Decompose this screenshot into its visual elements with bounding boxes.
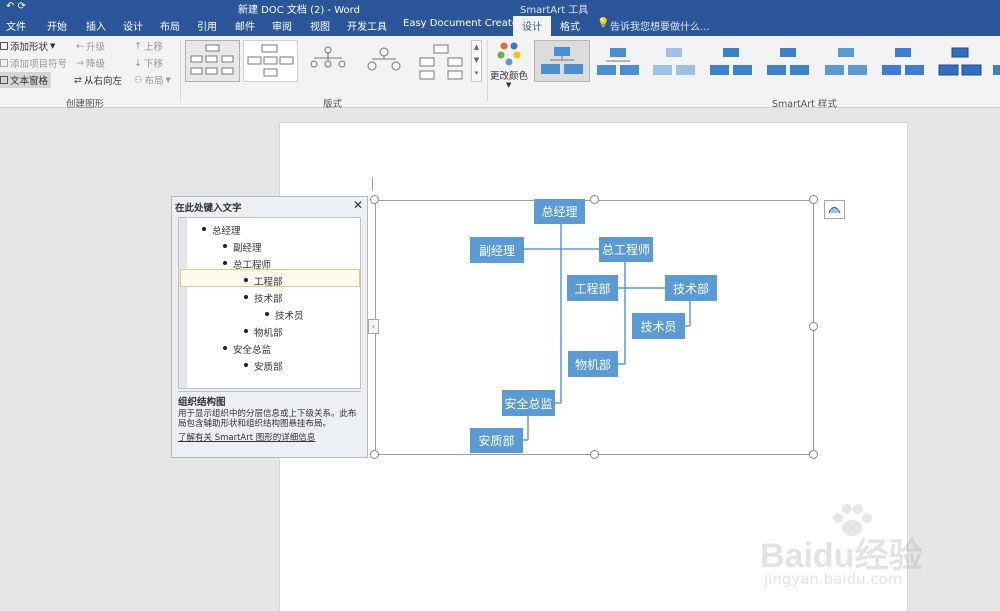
layout-options-button[interactable] bbox=[824, 200, 845, 219]
node-machinery-dept[interactable]: 物机部 bbox=[568, 351, 618, 377]
resize-handle-top-middle[interactable] bbox=[590, 195, 599, 204]
resize-handle-top-right[interactable] bbox=[809, 195, 818, 204]
node-technician[interactable]: 技术员 bbox=[632, 313, 685, 339]
layout-description-title: 组织结构图 bbox=[178, 397, 226, 408]
resize-handle-top-left[interactable] bbox=[370, 195, 379, 204]
node-deputy-manager[interactable]: 副经理 bbox=[470, 237, 524, 263]
layout-options-icon bbox=[828, 206, 841, 214]
smartart-text-pane: 在此处键入文字 ✕ 总经理 副经理 总工程师 工程部 技术部 技术员 物机部 安… bbox=[171, 196, 368, 458]
text-pane-title: 在此处键入文字 bbox=[175, 203, 242, 214]
editor-gutter bbox=[179, 218, 187, 388]
watermark: Baidu经验 jingyan.baidu.com bbox=[760, 500, 970, 600]
node-technical-dept[interactable]: 技术部 bbox=[665, 275, 717, 301]
node-chief-engineer[interactable]: 总工程师 bbox=[599, 237, 653, 262]
text-pane-toggle-arrow[interactable]: ‹ bbox=[368, 319, 379, 334]
resize-handle-bottom-right[interactable] bbox=[809, 450, 818, 459]
node-general-manager[interactable]: 总经理 bbox=[534, 199, 585, 224]
layout-description-text: 用于显示组织中的分层信息或上下级关系。此布局包含辅助形状和组织结构图悬挂布局。 bbox=[178, 409, 357, 429]
resize-handle-bottom-middle[interactable] bbox=[590, 450, 599, 459]
list-item[interactable]: 总经理 bbox=[202, 223, 241, 237]
list-item[interactable]: 副经理 bbox=[223, 240, 262, 254]
list-item[interactable]: 工程部 bbox=[244, 274, 283, 288]
resize-handle-bottom-left[interactable] bbox=[370, 450, 379, 459]
list-item[interactable]: 安质部 bbox=[244, 359, 283, 373]
list-item[interactable]: 物机部 bbox=[244, 325, 283, 339]
text-pane-editor[interactable]: 总经理 副经理 总工程师 工程部 技术部 技术员 物机部 安全总监 安质部 bbox=[178, 217, 361, 389]
learn-more-link[interactable]: 了解有关 SmartArt 图形的详细信息 bbox=[178, 431, 361, 443]
list-item[interactable]: 技术员 bbox=[265, 308, 304, 322]
watermark-url: jingyan.baidu.com bbox=[764, 570, 903, 588]
close-icon[interactable]: ✕ bbox=[353, 198, 363, 212]
list-item[interactable]: 安全总监 bbox=[222, 342, 271, 356]
node-safety-director[interactable]: 安全总监 bbox=[502, 390, 555, 416]
layout-description: 组织结构图 用于显示组织中的分层信息或上下级关系。此布局包含辅助形状和组织结构图… bbox=[178, 391, 361, 451]
list-item[interactable]: 技术部 bbox=[244, 291, 283, 305]
node-quality-safety-dept[interactable]: 安质部 bbox=[470, 428, 523, 453]
list-item[interactable]: 总工程师 bbox=[222, 257, 271, 271]
resize-handle-middle-right[interactable] bbox=[809, 322, 818, 331]
node-engineering-dept[interactable]: 工程部 bbox=[567, 275, 618, 301]
